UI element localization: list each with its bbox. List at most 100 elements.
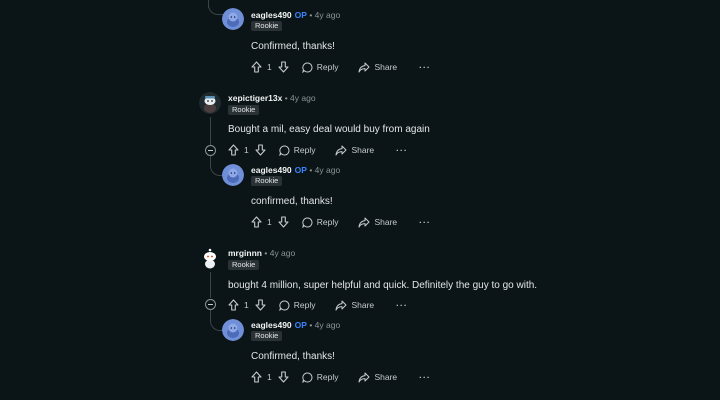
snoo-avatar-icon (199, 247, 221, 269)
thread-line[interactable] (210, 272, 211, 298)
avatar[interactable] (222, 164, 244, 186)
vote-count: 1 (267, 217, 272, 227)
thread-branch (208, 0, 223, 15)
downvote-icon (278, 371, 289, 383)
thread-line[interactable] (210, 117, 211, 145)
upvote-icon (251, 61, 262, 73)
share-button[interactable]: Share (335, 145, 374, 156)
username[interactable]: mrginnn (228, 248, 262, 258)
user-flair: Rookie (251, 176, 283, 186)
downvote-button[interactable] (278, 216, 289, 228)
upvote-button[interactable] (228, 144, 239, 156)
share-button[interactable]: Share (358, 372, 397, 383)
reply-button[interactable]: Reply (279, 299, 316, 311)
more-options-button[interactable]: ··· (396, 300, 408, 310)
more-options-button[interactable]: ··· (419, 372, 431, 382)
comment-bubble-icon (279, 144, 290, 156)
comment-header: eagles490 OP • 4y ago (251, 9, 340, 21)
downvote-button[interactable] (255, 144, 266, 156)
user-flair: Rookie (228, 105, 260, 115)
snoo-avatar-icon (222, 8, 244, 30)
reply-label: Reply (293, 300, 316, 310)
username[interactable]: eagles490 (251, 165, 292, 175)
snoo-avatar-icon (222, 164, 244, 186)
upvote-button[interactable] (251, 371, 262, 383)
comment-body: Confirmed, thanks! (251, 351, 335, 362)
comment-actions: 1 Reply Share ··· (228, 298, 408, 312)
share-label: Share (374, 217, 398, 227)
reply-button[interactable]: Reply (302, 216, 339, 228)
op-badge: OP (294, 165, 307, 175)
comment-body: Confirmed, thanks! (251, 41, 335, 52)
reply-button[interactable]: Reply (302, 61, 339, 73)
downvote-button[interactable] (278, 371, 289, 383)
upvote-button[interactable] (228, 299, 239, 311)
more-options-button[interactable]: ··· (396, 145, 408, 155)
avatar[interactable] (199, 92, 221, 114)
share-label: Share (351, 300, 375, 310)
reply-label: Reply (316, 217, 339, 227)
upvote-button[interactable] (251, 61, 262, 73)
user-flair: Rookie (228, 260, 260, 270)
comment-actions: 1 Reply Share ··· (228, 143, 408, 157)
vote-count: 1 (244, 300, 249, 310)
more-options-button[interactable]: ··· (419, 217, 431, 227)
comment-thread: eagles490 OP • 4y ago Rookie Confirmed, t… (0, 0, 720, 400)
downvote-icon (255, 144, 266, 156)
timestamp[interactable]: • 4y ago (264, 248, 295, 258)
upvote-icon (251, 216, 262, 228)
avatar[interactable] (199, 247, 221, 269)
comment-bubble-icon (302, 61, 313, 73)
upvote-button[interactable] (251, 216, 262, 228)
downvote-icon (255, 299, 266, 311)
downvote-button[interactable] (278, 61, 289, 73)
comment-header: mrginnn • 4y ago (228, 247, 295, 259)
timestamp[interactable]: • 4y ago (309, 320, 340, 330)
op-badge: OP (294, 10, 307, 20)
reply-label: Reply (316, 62, 339, 72)
username[interactable]: eagles490 (251, 10, 292, 20)
timestamp[interactable]: • 4y ago (309, 10, 340, 20)
comment-body: Bought a mil, easy deal would buy from a… (228, 124, 430, 135)
comment-body: bought 4 million, super helpful and quic… (228, 280, 538, 291)
avatar[interactable] (222, 319, 244, 341)
more-options-button[interactable]: ··· (419, 62, 431, 72)
collapse-thread-button[interactable] (205, 299, 216, 310)
comment-body: confirmed, thanks! (251, 196, 333, 207)
reply-button[interactable]: Reply (302, 371, 339, 383)
timestamp[interactable]: • 4y ago (285, 93, 316, 103)
collapse-thread-button[interactable] (205, 145, 216, 156)
username[interactable]: xepictiger13x (228, 93, 282, 103)
downvote-button[interactable] (255, 299, 266, 311)
share-label: Share (351, 145, 375, 155)
snoo-avatar-icon (222, 319, 244, 341)
share-button[interactable]: Share (335, 300, 374, 311)
comment-bubble-icon (302, 371, 313, 383)
vote-count: 1 (267, 372, 272, 382)
comment-actions: 1 Reply Share ··· (251, 370, 431, 384)
comment-actions: 1 Reply Share ··· (251, 60, 431, 74)
snoo-avatar-icon (199, 92, 221, 114)
vote-count: 1 (267, 62, 272, 72)
reply-button[interactable]: Reply (279, 144, 315, 156)
comment-header: eagles490 OP • 4y ago (251, 164, 340, 176)
comment-bubble-icon (279, 299, 290, 311)
username[interactable]: eagles490 (251, 320, 292, 330)
comment-actions: 1 Reply Share ··· (251, 215, 431, 229)
share-button[interactable]: Share (358, 217, 397, 228)
timestamp[interactable]: • 4y ago (309, 165, 340, 175)
share-button[interactable]: Share (358, 62, 397, 73)
comment-header: eagles490 OP • 4y ago (251, 319, 340, 331)
vote-count: 1 (244, 145, 249, 155)
share-icon (358, 217, 370, 227)
comment-bubble-icon (302, 216, 313, 228)
upvote-icon (251, 371, 262, 383)
reply-label: Reply (316, 372, 339, 382)
avatar[interactable] (222, 8, 244, 30)
share-icon (358, 372, 370, 382)
share-icon (335, 145, 347, 155)
share-label: Share (374, 372, 398, 382)
upvote-icon (228, 144, 239, 156)
downvote-icon (278, 216, 289, 228)
upvote-icon (228, 299, 239, 311)
